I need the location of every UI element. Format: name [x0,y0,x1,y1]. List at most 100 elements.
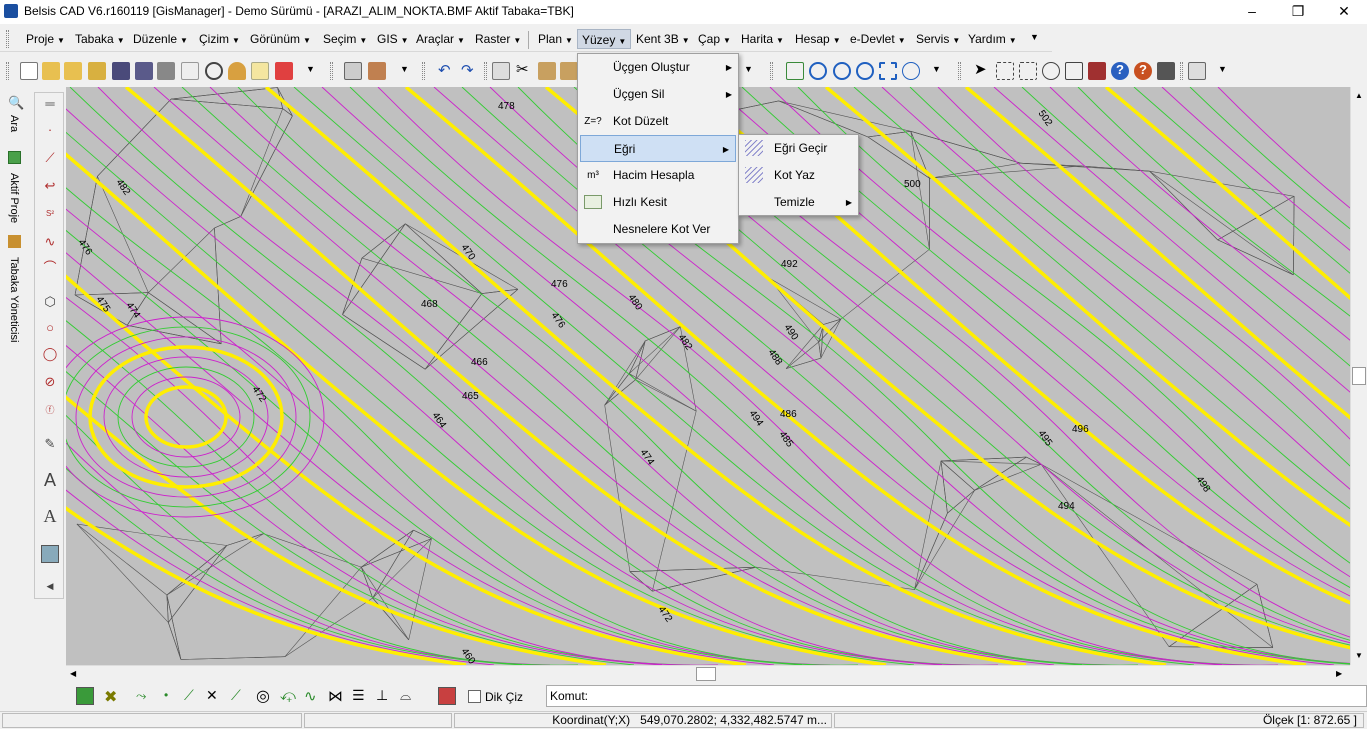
menu-item-temizle[interactable]: Temizle ▶ [739,189,858,216]
cut-icon[interactable]: ✂ [516,60,529,78]
snap-end-icon[interactable]: ⤳ [136,688,146,704]
scroll-left-icon[interactable]: ◀ [70,669,76,678]
menu-proje[interactable]: Proje ▼ [22,29,69,49]
zoom-out-icon[interactable] [856,62,874,80]
copy-icon[interactable] [492,62,510,80]
menu-plan[interactable]: Plan ▼ [534,29,577,49]
menu-secim[interactable]: Seçim ▼ [319,29,371,49]
menu-gis[interactable]: GIS ▼ [373,29,413,49]
close-doc-icon[interactable] [275,62,293,80]
menu-item-ucgen-sil[interactable]: Üçgen Sil ▶ [578,81,738,108]
paste-icon[interactable] [538,62,556,80]
open-project-icon[interactable] [64,62,82,80]
new-file-icon[interactable] [20,62,38,80]
menu-raster[interactable]: Raster ▼ [471,29,525,49]
select-circle-icon[interactable] [1042,62,1060,80]
menu-item-hacim-hesapla[interactable]: m³ Hacim Hesapla [578,162,738,189]
menu-yuzey[interactable]: Yüzey ▼ [577,29,632,49]
help-context-icon[interactable]: ? [1134,62,1152,80]
layer-color-icon[interactable] [438,687,456,705]
circle-3p-tool-icon[interactable]: ⊘ [41,373,59,391]
select-crossing-icon[interactable] [1019,62,1037,80]
menu-harita[interactable]: Harita ▼ [737,29,788,49]
snap-perpendicular-icon[interactable]: ⊥ [376,687,388,704]
snap-text-icon[interactable]: ☰ [352,687,365,704]
menu-item-egri-gecir[interactable]: Eğri Geçir [739,135,858,162]
arc-tool-icon[interactable]: ⌒ [41,259,59,277]
select-arrow-icon[interactable]: ➤ [974,60,987,78]
horizontal-scrollbar[interactable]: ◀ ▶ [66,665,1350,682]
snap-off-icon[interactable]: ✖ [104,687,117,707]
menu-cizim[interactable]: Çizim ▼ [195,29,244,49]
scroll-down-icon[interactable]: ▼ [1355,651,1363,660]
save-as-icon[interactable] [135,62,153,80]
import-folder-icon[interactable] [88,62,106,80]
menu-item-hizli-kesit[interactable]: Hızlı Kesit [578,189,738,216]
menu-item-nesnelere-kot-ver[interactable]: Nesnelere Kot Ver [578,216,738,243]
open-folder-icon[interactable] [42,62,60,80]
hexagon-tool-icon[interactable]: ⬡ [41,293,59,311]
target-icon[interactable] [205,62,223,80]
menu-yardim[interactable]: Yardım ▼ [964,29,1021,49]
text-style-tool-icon[interactable]: A [41,507,59,525]
eyedropper-tool-icon[interactable]: ✎ [41,435,59,453]
pan-icon[interactable] [809,62,827,80]
polyline-tool-icon[interactable]: ↩ [41,177,59,195]
menubar-grip[interactable] [6,30,9,48]
snap-point-icon[interactable]: • [164,688,168,702]
user-icon[interactable] [228,62,246,80]
line-tool-icon[interactable]: ⟋ [41,149,59,167]
properties-icon[interactable] [344,62,362,80]
dock-tab-aktif-proje[interactable]: Aktif Proje [8,173,20,223]
toolbar-dropdown-icon-2[interactable]: ▼ [400,64,409,74]
print-preview-icon[interactable] [181,62,199,80]
minimize-button[interactable]: – [1229,0,1275,24]
menu-item-ucgen-olustur[interactable]: Üçgen Oluştur ▶ [578,54,738,81]
toolbar-grip-4[interactable] [484,62,487,80]
measure-icon[interactable] [1188,62,1206,80]
toolbar-dropdown-icon-3[interactable]: ▼ [744,64,753,74]
save-icon[interactable] [112,62,130,80]
select-all-icon[interactable] [1065,62,1083,80]
snap-line-icon[interactable]: ⟋ [184,687,194,704]
search-icon[interactable]: 🔍 [8,95,24,111]
circle-2p-tool-icon[interactable]: ◯ [41,345,59,363]
map-layer-icon[interactable] [76,687,94,705]
refresh-icon[interactable] [786,62,804,80]
spline-tool-icon[interactable]: ∿ [41,233,59,251]
layers-dock-icon[interactable] [8,235,21,248]
tools-grip-icon[interactable]: ═ [41,95,59,113]
close-button[interactable]: ✕ [1321,0,1367,24]
zoom-extents-icon[interactable] [902,62,920,80]
menu-araclar[interactable]: Araçlar ▼ [412,29,469,49]
dock-tab-tabaka-yoneticisi[interactable]: Tabaka Yöneticisi [8,257,20,342]
collapse-panel-icon[interactable]: ◀ [41,577,59,595]
menu-item-kot-duzelt[interactable]: Z=? Kot Düzelt [578,108,738,135]
menu-hesap[interactable]: Hesap ▼ [791,29,845,49]
toolbar-dropdown-icon-5[interactable]: ▼ [1218,64,1227,74]
zoom-in-icon[interactable] [833,62,851,80]
scroll-right-icon[interactable]: ▶ [1336,669,1342,678]
paste-special-icon[interactable] [560,62,578,80]
toolbar-grip-5[interactable] [770,62,773,80]
redo-icon[interactable]: ↷ [461,61,474,79]
print-icon[interactable] [157,62,175,80]
undo-icon[interactable]: ↶ [438,61,451,79]
menu-item-egri[interactable]: Eğri ▶ [580,135,736,162]
circle-tool-icon[interactable]: ○ [41,319,59,337]
menu-duzenle[interactable]: Düzenle ▼ [129,29,192,49]
menu-item-kot-yaz[interactable]: Kot Yaz [739,162,858,189]
toolbar-dropdown-icon[interactable]: ▼ [306,64,315,74]
dimension-tool-icon[interactable]: S² [41,205,59,223]
menu-cap[interactable]: Çap ▼ [694,29,735,49]
toolbar-grip-2[interactable] [330,62,333,80]
menu-servis[interactable]: Servis ▼ [912,29,964,49]
command-line[interactable]: Komut: [546,685,1367,707]
toolbar-grip[interactable] [6,62,9,80]
circle-function-tool-icon[interactable]: ⓕ [41,401,59,419]
snap-nearest-icon[interactable]: ∿ [304,687,317,705]
toolbar-dropdown-icon-4[interactable]: ▼ [932,64,941,74]
zoom-window-icon[interactable] [879,62,897,80]
snap-arc-icon[interactable]: ⌓ [400,687,411,704]
image-tool-icon[interactable] [41,545,59,563]
